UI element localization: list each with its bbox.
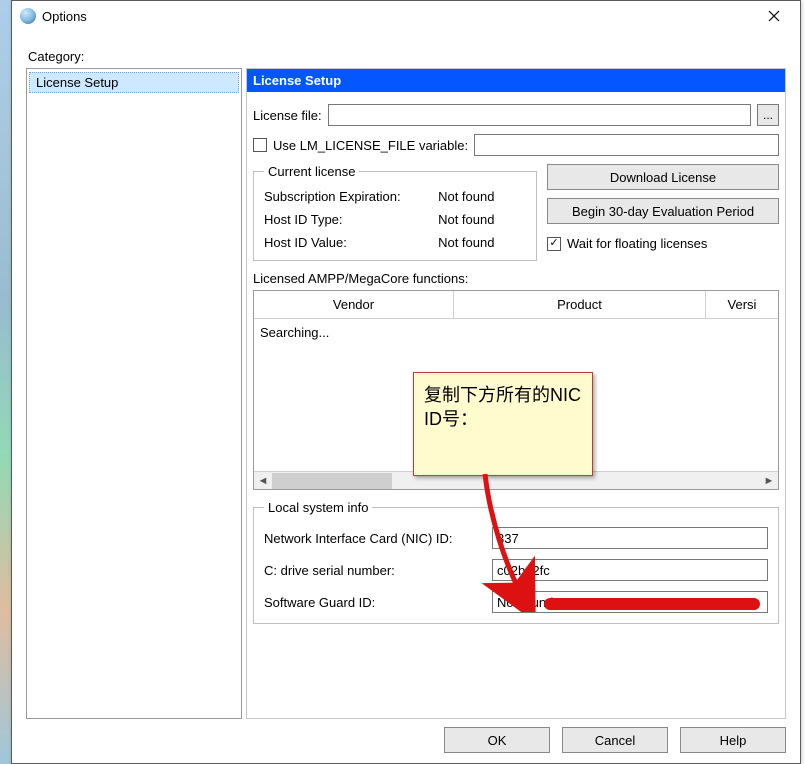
cdrive-input[interactable] [492, 559, 768, 581]
license-file-row: License file: ... [253, 104, 779, 126]
ampp-grid-header: Vendor Product Versi [254, 291, 778, 319]
sub-exp-value: Not found [438, 189, 526, 204]
hostid-type-label: Host ID Type: [264, 212, 432, 227]
help-button[interactable]: Help [680, 727, 786, 753]
nic-id-label: Network Interface Card (NIC) ID: [264, 531, 484, 546]
lm-variable-input[interactable] [474, 134, 779, 156]
ok-button[interactable]: OK [444, 727, 550, 753]
category-tree[interactable]: License Setup [26, 68, 242, 719]
local-system-legend: Local system info [264, 500, 372, 515]
license-file-label: License file: [253, 108, 322, 123]
scroll-thumb[interactable] [272, 473, 392, 489]
ampp-status: Searching... [260, 325, 329, 340]
use-lm-row: Use LM_LICENSE_FILE variable: [253, 134, 779, 156]
window-title: Options [42, 9, 754, 24]
annotation-callout: 复制下方所有的NIC ID号： [413, 372, 593, 476]
browse-button[interactable]: ... [757, 104, 779, 126]
content-area: Category: License Setup License Setup Li… [12, 31, 800, 763]
columns: License Setup License Setup License file… [26, 68, 786, 719]
ampp-label: Licensed AMPP/MegaCore functions: [253, 271, 779, 286]
download-license-button[interactable]: Download License [547, 164, 779, 190]
category-label: Category: [26, 31, 786, 68]
current-license-grid: Subscription Expiration: Not found Host … [264, 189, 526, 250]
ampp-header-vendor[interactable]: Vendor [254, 291, 454, 319]
panel-title: License Setup [247, 69, 785, 92]
wait-label: Wait for floating licenses [567, 236, 707, 251]
app-icon [20, 8, 36, 24]
scroll-right-icon[interactable]: ► [760, 473, 778, 489]
begin-eval-button[interactable]: Begin 30-day Evaluation Period [547, 198, 779, 224]
hostid-value-label: Host ID Value: [264, 235, 432, 250]
software-guard-label: Software Guard ID: [264, 595, 484, 610]
close-button[interactable] [754, 2, 794, 30]
sub-exp-label: Subscription Expiration: [264, 189, 432, 204]
wait-checkbox[interactable] [547, 237, 561, 251]
use-lm-checkbox[interactable] [253, 138, 267, 152]
hostid-type-value: Not found [438, 212, 526, 227]
tree-item-license-setup[interactable]: License Setup [29, 72, 239, 93]
dialog-buttons: OK Cancel Help [26, 719, 786, 753]
nic-id-input[interactable] [492, 527, 768, 549]
side-buttons: Download License Begin 30-day Evaluation… [547, 164, 779, 251]
ampp-header-product[interactable]: Product [454, 291, 706, 319]
use-lm-label: Use LM_LICENSE_FILE variable: [273, 138, 468, 153]
hostid-value-value: Not found [438, 235, 526, 250]
mid-row: Current license Subscription Expiration:… [253, 164, 779, 261]
current-license-legend: Current license [264, 164, 359, 179]
close-icon [768, 10, 780, 22]
titlebar: Options [12, 1, 800, 31]
wait-row: Wait for floating licenses [547, 236, 779, 251]
cdrive-label: C: drive serial number: [264, 563, 484, 578]
cancel-button[interactable]: Cancel [562, 727, 668, 753]
ampp-header-versi[interactable]: Versi [706, 291, 778, 319]
redaction-mark [544, 598, 760, 610]
options-window: Options Category: License Setup License … [11, 0, 801, 764]
current-license-fieldset: Current license Subscription Expiration:… [253, 164, 537, 261]
scroll-left-icon[interactable]: ◄ [254, 473, 272, 489]
license-file-input[interactable] [328, 104, 751, 126]
